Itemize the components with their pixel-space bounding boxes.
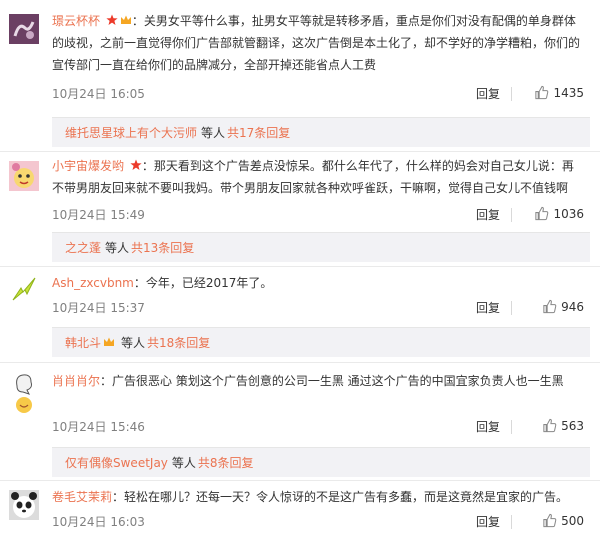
- like-count: 946: [561, 300, 584, 314]
- avatar[interactable]: [9, 274, 39, 304]
- comment-meta: 10月24日 16:03 回复 500: [52, 513, 584, 531]
- like-button[interactable]: 563: [542, 418, 584, 433]
- reply-username[interactable]: 之之蓬: [65, 241, 101, 255]
- username[interactable]: 卷毛艾茉莉: [52, 490, 112, 504]
- comment-meta: 10月24日 15:46 回复 563: [52, 418, 584, 436]
- divider: [0, 266, 600, 267]
- reply-button[interactable]: 回复: [476, 206, 500, 223]
- view-replies-link[interactable]: 共8条回复: [198, 456, 254, 470]
- comment-body: 卷毛艾茉莉：轻松在哪儿？还每一天？令人惊讶的不是这广告有多蠢，而是这竟然是宜家的…: [52, 490, 569, 504]
- like-button[interactable]: 500: [542, 513, 584, 528]
- reply-button[interactable]: 回复: [476, 418, 500, 435]
- reply-username[interactable]: 维托思星球上有个大污师: [65, 126, 197, 140]
- divider: [0, 362, 600, 363]
- view-replies-link[interactable]: 共13条回复: [131, 241, 194, 255]
- comment-body: 璟云杯杯 ：关男女平等什么事，扯男女平等就是转移矛盾，重点是你们对没有配偶的单身…: [52, 10, 582, 76]
- like-count: 500: [561, 514, 584, 528]
- avatar[interactable]: [9, 490, 39, 520]
- like-button[interactable]: 1036: [534, 206, 584, 221]
- avatar[interactable]: [9, 14, 39, 44]
- replies-preview[interactable]: 之之蓬 等人 共13条回复: [52, 232, 590, 262]
- timestamp: 10月24日 16:03: [52, 515, 145, 529]
- divider: [511, 515, 512, 529]
- divider: [511, 301, 512, 315]
- thumbs-up-icon: [543, 418, 557, 433]
- like-button[interactable]: 1435: [534, 85, 584, 100]
- comment-meta: 10月24日 15:49 回复 1036: [52, 206, 584, 224]
- comment-body: 肖肖肖尔：广告很恶心 策划这个广告创意的公司一生黑 通过这个广告的中国宜家负责人…: [52, 374, 564, 388]
- reply-button[interactable]: 回复: [476, 513, 500, 530]
- replies-preview[interactable]: 仅有偶像SweetJay 等人 共8条回复: [52, 447, 590, 477]
- like-count: 1036: [553, 207, 584, 221]
- divider: [511, 208, 512, 222]
- star-badge-icon: [130, 156, 142, 170]
- username[interactable]: 小宇宙爆发哟: [52, 159, 124, 173]
- divider: [0, 480, 600, 481]
- reply-button[interactable]: 回复: [476, 85, 500, 102]
- thumbs-up-icon: [535, 85, 549, 100]
- comment-text: 今年，已经2017年了。: [145, 276, 273, 290]
- view-replies-link[interactable]: 共18条回复: [147, 336, 210, 350]
- timestamp: 10月24日 15:46: [52, 420, 145, 434]
- avatar[interactable]: [9, 161, 39, 191]
- comment-text: 广告很恶心 策划这个广告创意的公司一生黑 通过这个广告的中国宜家负责人也一生黑: [112, 374, 564, 388]
- divider: [0, 151, 600, 152]
- vip-crown-icon: [103, 329, 115, 346]
- comment-meta: 10月24日 16:05 回复 1435: [52, 85, 584, 103]
- star-badge-icon: [106, 11, 118, 25]
- vip-crown-icon: [120, 11, 132, 24]
- view-replies-link[interactable]: 共17条回复: [227, 126, 290, 140]
- reply-button[interactable]: 回复: [476, 299, 500, 316]
- comment-text: 轻松在哪儿？还每一天？令人惊讶的不是这广告有多蠢，而是这竟然是宜家的广告。: [124, 490, 569, 504]
- divider: [511, 420, 512, 434]
- reply-username[interactable]: 仅有偶像SweetJay: [65, 456, 168, 470]
- thumbs-up-icon: [543, 513, 557, 528]
- replies-preview[interactable]: 韩北斗 等人 共18条回复: [52, 327, 590, 357]
- timestamp: 10月24日 15:37: [52, 301, 145, 315]
- thumbs-up-icon: [535, 206, 549, 221]
- replies-preview[interactable]: 维托思星球上有个大污师 等人 共17条回复: [52, 117, 590, 147]
- like-button[interactable]: 946: [542, 299, 584, 314]
- divider: [511, 87, 512, 101]
- reply-username[interactable]: 韩北斗: [65, 336, 101, 350]
- like-count: 563: [561, 419, 584, 433]
- username[interactable]: 璟云杯杯: [52, 14, 100, 28]
- timestamp: 10月24日 16:05: [52, 87, 145, 101]
- like-count: 1435: [553, 86, 584, 100]
- comment-meta: 10月24日 15:37 回复 946: [52, 299, 584, 317]
- thumbs-up-icon: [543, 299, 557, 314]
- username[interactable]: Ash_zxcvbnm: [52, 276, 134, 290]
- timestamp: 10月24日 15:49: [52, 208, 145, 222]
- comment-body: Ash_zxcvbnm：今年，已经2017年了。: [52, 276, 273, 290]
- username[interactable]: 肖肖肖尔: [52, 374, 100, 388]
- comment-body: 小宇宙爆发哟 ：那天看到这个广告差点没惊呆。都什么年代了，什么样的妈会对自己女儿…: [52, 155, 582, 199]
- avatar[interactable]: [9, 372, 39, 414]
